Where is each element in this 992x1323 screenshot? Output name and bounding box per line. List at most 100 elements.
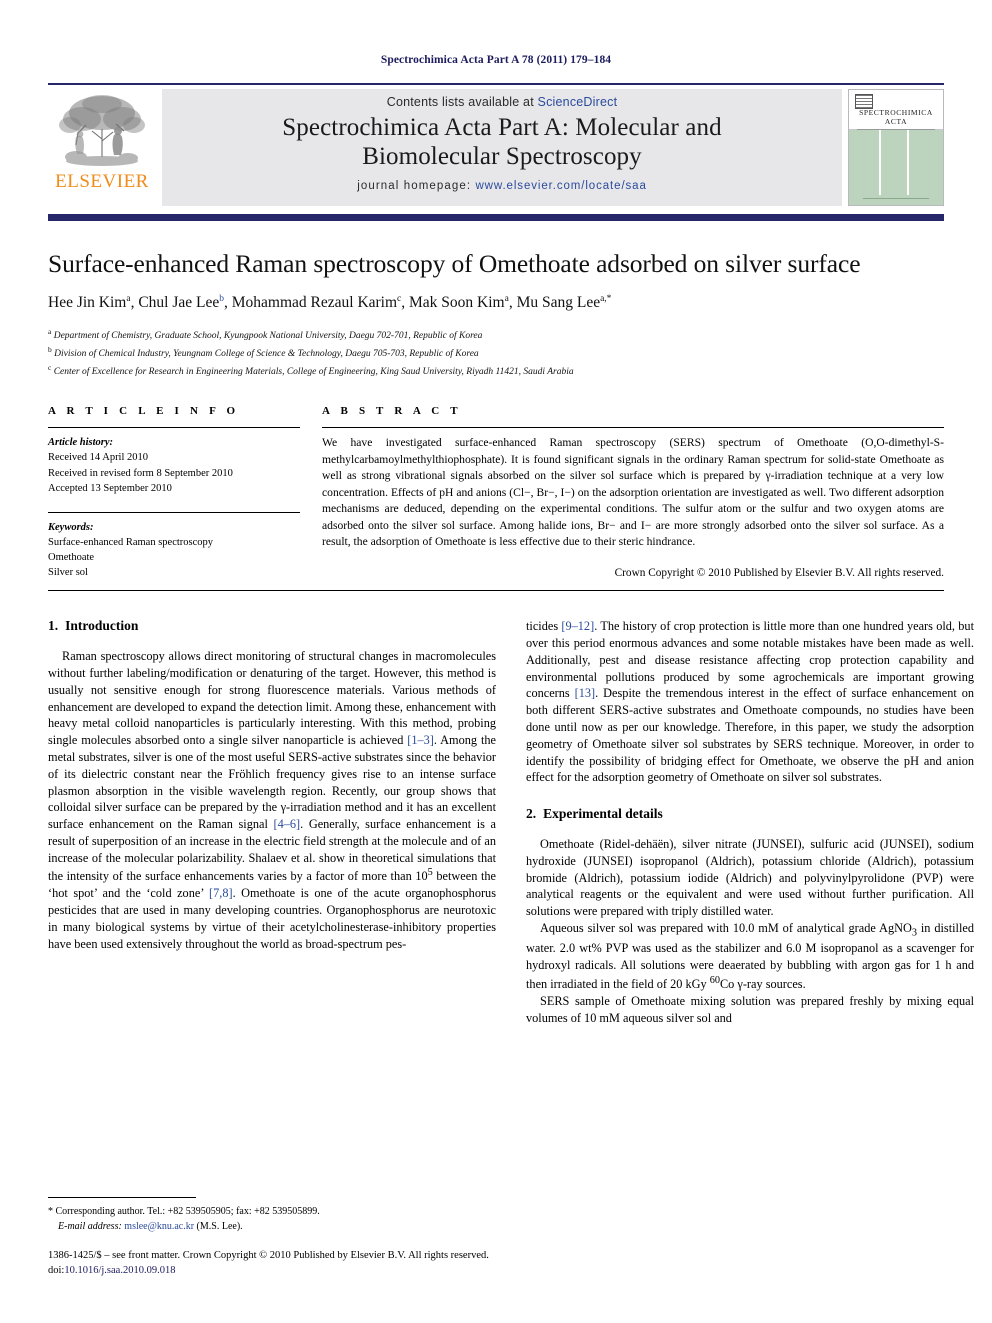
cobalt-60-superscript: 60 — [709, 974, 720, 986]
doi-link[interactable]: 10.1016/j.saa.2010.09.018 — [64, 1265, 175, 1276]
abstract-rule-top — [322, 427, 944, 429]
article-info-rule-top — [48, 427, 300, 429]
elsevier-logo: ELSEVIER — [48, 85, 156, 212]
page-title: Surface-enhanced Raman spectroscopy of O… — [48, 249, 861, 278]
affiliation-a-mark: a — [48, 326, 52, 336]
sciencedirect-link[interactable]: ScienceDirect — [538, 95, 618, 109]
history-accepted: Accepted 13 September 2010 — [48, 482, 172, 494]
article-info-column: A R T I C L E I N F O Article history: R… — [48, 405, 300, 580]
citation-9-12[interactable]: [9–12] — [561, 619, 594, 633]
intro-text-f: ticides — [526, 619, 562, 634]
elsevier-tree-icon — [59, 95, 145, 166]
cover-barcode-icon — [855, 94, 873, 109]
keywords-label: Keywords: — [48, 521, 94, 533]
body-column-left: 1. Introduction Raman spectroscopy allows… — [48, 618, 496, 1026]
body-columns: 1. Introduction Raman spectroscopy allows… — [48, 618, 974, 1026]
section-title-2: Experimental details — [543, 806, 663, 822]
citation-13[interactable]: [13] — [575, 686, 596, 700]
section-number-2: 2. — [526, 806, 537, 822]
citation-4-6[interactable]: [4–6] — [274, 817, 301, 831]
journal-cover-thumbnail: SPECTROCHIMICA ACTA PART A: MOLECULAR AN… — [848, 89, 944, 206]
footnote-region: * Corresponding author. Tel.: +82 539505… — [48, 1197, 496, 1279]
cover-stripe-right — [907, 130, 909, 195]
elsevier-wordmark: ELSEVIER — [55, 171, 149, 192]
author-1: Hee Jin Kim — [48, 293, 127, 311]
journal-title-line-1: Spectrochimica Acta Part A: Molecular an… — [282, 114, 722, 141]
section-title-1: Introduction — [65, 618, 139, 634]
masthead-bottom-rule — [48, 214, 944, 221]
keyword-3: Silver sol — [48, 567, 88, 579]
experimental-paragraph-3: SERS sample of Omethoate mixing solution… — [526, 993, 974, 1025]
author-4: Mak Soon Kim — [409, 293, 505, 311]
citation-1-3[interactable]: [1–3] — [407, 733, 434, 747]
cover-footer-rule — [863, 198, 929, 199]
intro-text-h: . Despite the tremendous interest in the… — [526, 686, 975, 785]
section-heading-experimental: 2. Experimental details — [526, 806, 974, 822]
author-5-affiliation-mark: a,* — [600, 293, 612, 304]
article-page: Spectrochimica Acta Part A 78 (2011) 179… — [0, 0, 992, 1323]
doi-label: doi: — [48, 1265, 65, 1277]
author-3: Mohammad Rezaul Karim — [231, 293, 398, 311]
contents-prefix: Contents lists available at — [386, 95, 538, 109]
section-heading-introduction: 1. Introduction — [48, 618, 496, 634]
author-5: Mu Sang Lee — [516, 293, 601, 311]
corresponding-author-line: * Corresponding author. Tel.: +82 539505… — [48, 1204, 496, 1219]
cover-title-line-2: ACTA — [884, 117, 908, 126]
journal-homepage-line: journal homepage: www.elsevier.com/locat… — [357, 180, 647, 192]
experimental-paragraph-2: Aqueous silver sol was prepared with 10.… — [526, 920, 974, 993]
journal-title: Spectrochimica Acta Part A: Molecular an… — [282, 114, 721, 171]
cover-title-line-1: SPECTROCHIMICA — [859, 108, 933, 117]
corresponding-author-note: * Corresponding author. Tel.: +82 539505… — [48, 1204, 496, 1234]
corresponding-author-text: Corresponding author. Tel.: +82 53950590… — [53, 1206, 320, 1218]
affiliation-b-mark: b — [48, 344, 52, 354]
homepage-prefix: journal homepage: — [357, 180, 476, 192]
intro-paragraph-1-continued: ticides [9–12]. The history of crop prot… — [526, 618, 974, 786]
exp-text-a: Aqueous silver sol was prepared with 10.… — [540, 920, 912, 935]
email-line: E-mail address: mslee@knu.ac.kr (M.S. Le… — [48, 1219, 496, 1234]
cover-stripe-left — [879, 130, 881, 195]
author-list: Hee Jin Kima, Chul Jae Leeb, Mohammad Re… — [48, 293, 612, 311]
article-info-rule-mid — [48, 511, 300, 513]
contents-available-line: Contents lists available at ScienceDirec… — [387, 95, 618, 109]
title-block: Surface-enhanced Raman spectroscopy of O… — [48, 221, 944, 379]
abstract-bottom-rule — [48, 590, 944, 592]
affiliation-c-mark: c — [48, 362, 52, 372]
affiliation-a: a Department of Chemistry, Graduate Scho… — [48, 326, 944, 344]
keyword-2: Omethoate — [48, 552, 95, 564]
affiliation-c: c Center of Excellence for Research in E… — [48, 362, 944, 380]
footnote-rule — [48, 1197, 196, 1199]
affiliation-list: a Department of Chemistry, Graduate Scho… — [48, 326, 944, 380]
email-link[interactable]: mslee@knu.ac.kr — [124, 1221, 194, 1232]
author-2-affiliation-mark: b — [219, 293, 224, 304]
abstract-text: We have investigated surface-enhanced Ra… — [322, 436, 944, 549]
journal-title-line-2: Biomolecular Spectroscopy — [362, 142, 642, 170]
history-revised: Received in revised form 8 September 201… — [48, 467, 233, 479]
email-suffix: (M.S. Lee). — [194, 1221, 243, 1233]
experimental-paragraph-1: Omethoate (Ridel-dehäën), silver nitrate… — [526, 837, 974, 919]
email-label: E-mail address: — [58, 1221, 122, 1233]
author-1-affiliation-mark: a — [126, 293, 131, 304]
author-2: Chul Jae Lee — [138, 293, 220, 311]
keywords-block: Keywords: Surface-enhanced Raman spectro… — [48, 520, 300, 580]
author-4-affiliation-mark: a — [504, 293, 509, 304]
doi-line: doi:10.1016/j.saa.2010.09.018 — [48, 1264, 948, 1279]
journal-homepage-link[interactable]: www.elsevier.com/locate/saa — [475, 180, 646, 192]
cover-bottom-area — [849, 130, 943, 205]
cover-top-area: SPECTROCHIMICA ACTA PART A: MOLECULAR AN… — [849, 90, 943, 140]
running-head: Spectrochimica Acta Part A 78 (2011) 179… — [380, 54, 612, 66]
info-abstract-region: A R T I C L E I N F O Article history: R… — [48, 405, 944, 580]
body-column-right: ticides [9–12]. The history of crop prot… — [526, 618, 974, 1026]
intro-paragraph-1: Raman spectroscopy allows direct monitor… — [48, 648, 496, 952]
front-matter-line: 1386-1425/$ – see front matter. Crown Co… — [48, 1250, 489, 1262]
section-number-1: 1. — [48, 618, 59, 634]
journal-band: Contents lists available at ScienceDirec… — [162, 89, 842, 206]
abstract-heading: A B S T R A C T — [322, 405, 462, 418]
exp-text-c: Co γ-ray sources. — [719, 977, 806, 992]
front-matter-block: 1386-1425/$ – see front matter. Crown Co… — [48, 1249, 948, 1279]
history-received: Received 14 April 2010 — [48, 452, 149, 464]
journal-masthead: ELSEVIER Contents lists available at Sci… — [48, 83, 944, 212]
affiliation-b-text: Division of Chemical Industry, Yeungnam … — [54, 348, 479, 359]
author-3-affiliation-mark: c — [397, 293, 402, 304]
citation-7-8[interactable]: [7,8] — [209, 886, 233, 900]
